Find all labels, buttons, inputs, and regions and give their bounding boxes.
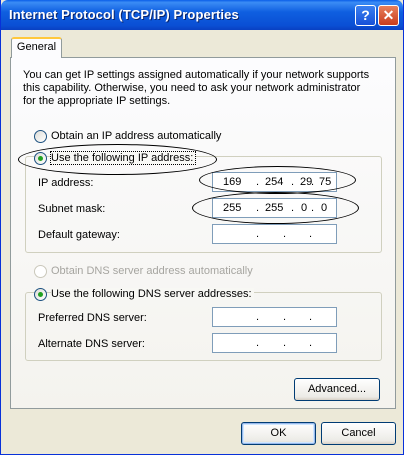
alternate-dns-label: Alternate DNS server: (38, 338, 145, 350)
octet-dot: . (309, 311, 313, 323)
preferred-dns-label: Preferred DNS server: (38, 312, 147, 324)
advanced-button[interactable]: Advanced... (294, 378, 380, 401)
obtain-ip-auto-label[interactable]: Obtain an IP address automatically (51, 130, 221, 142)
octet-dot: . (309, 337, 313, 349)
octet-dot: . (309, 228, 313, 240)
obtain-ip-auto-radio[interactable] (34, 130, 47, 143)
tab-general[interactable]: General (11, 37, 62, 58)
subnet-mask-label: Subnet mask: (38, 203, 106, 215)
obtain-dns-auto-label: Obtain DNS server address automatically (51, 265, 253, 277)
window-title: Internet Protocol (TCP/IP) Properties (9, 7, 239, 22)
octet-dot: . (256, 311, 260, 323)
highlight-ellipse-subnet-mask (192, 192, 359, 224)
octet-dot: . (256, 337, 260, 349)
tcpip-properties-dialog: Internet Protocol (TCP/IP) Properties ? … (0, 0, 404, 455)
default-gateway-input[interactable]: . . . (212, 224, 337, 244)
cancel-button[interactable]: Cancel (321, 422, 396, 445)
alternate-dns-input[interactable]: . . . (212, 333, 337, 353)
ip-address-label: IP address: (38, 177, 94, 189)
use-following-dns-label[interactable]: Use the following DNS server addresses: (51, 288, 254, 300)
octet-dot: . (283, 337, 287, 349)
default-gateway-label: Default gateway: (38, 229, 120, 241)
description-text: You can get IP settings assigned automat… (23, 69, 370, 107)
use-following-dns-radio[interactable] (34, 288, 47, 301)
ok-button[interactable]: OK (241, 422, 316, 445)
octet-dot: . (256, 228, 260, 240)
octet-dot: . (283, 311, 287, 323)
highlight-ellipse-manual-ip (18, 144, 217, 175)
octet-dot: . (283, 228, 287, 240)
preferred-dns-input[interactable]: . . . (212, 307, 337, 327)
title-bar[interactable]: Internet Protocol (TCP/IP) Properties ? … (1, 0, 403, 30)
help-button[interactable]: ? (355, 5, 376, 26)
highlight-ellipse-ip-address (199, 166, 356, 194)
obtain-dns-auto-radio (34, 265, 47, 278)
close-button[interactable]: ✕ (378, 5, 399, 26)
